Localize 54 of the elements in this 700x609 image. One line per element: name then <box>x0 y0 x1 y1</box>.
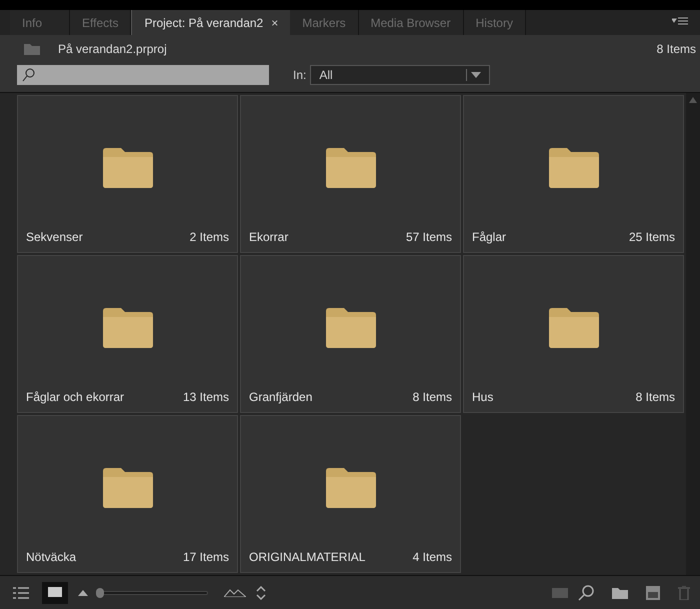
bin-tile[interactable]: Hus 8 Items <box>463 255 684 413</box>
bin-tile[interactable]: Ekorrar 57 Items <box>240 95 461 253</box>
folder-icon <box>324 305 378 349</box>
thumbnail-icon <box>48 587 62 598</box>
bin-count: 8 Items <box>636 389 675 406</box>
caret-icon <box>471 72 482 78</box>
item-count: 8 Items <box>656 40 696 58</box>
bin-count: 13 Items <box>182 389 229 406</box>
search-field[interactable] <box>17 65 269 85</box>
folder-icon[interactable] <box>612 586 628 598</box>
large-mountain-icon <box>224 588 246 596</box>
bin-count: 57 Items <box>406 229 452 246</box>
bin-tile[interactable]: Fåglar och ekorrar 13 Items <box>17 255 238 413</box>
folder-icon <box>546 145 600 189</box>
bin-name: Hus <box>472 389 494 406</box>
bin-name: ORIGINALMATERIAL <box>249 549 366 566</box>
bin-tile[interactable]: Sekvenser 2 Items <box>17 95 238 253</box>
folder-icon <box>324 145 378 189</box>
folder-icon <box>324 465 378 509</box>
bin-count: 8 Items <box>412 389 452 406</box>
panel-tab[interactable]: Project: På verandan2 × <box>131 10 290 35</box>
panel-menu-icon[interactable] <box>672 17 688 27</box>
folder-icon <box>100 145 154 189</box>
bin-name: Nötväcka <box>26 549 76 566</box>
bin-name: Ekorrar <box>249 229 288 246</box>
filter-label: In: <box>293 67 306 84</box>
bin-name: Sekvenser <box>26 229 83 246</box>
project-name: På verandan2.prproj <box>58 40 168 58</box>
close-icon[interactable]: × <box>271 14 278 32</box>
bin-count: 17 Items <box>182 549 229 566</box>
bin-count: 4 Items <box>412 549 452 566</box>
icon-view-button[interactable] <box>42 582 68 604</box>
bin-count: 25 Items <box>628 229 675 246</box>
search-icon[interactable] <box>578 584 594 600</box>
bin-name: Granfjärden <box>249 389 312 406</box>
new-item-icon[interactable] <box>646 586 660 600</box>
slider-thumb[interactable] <box>96 588 104 598</box>
folder-icon <box>100 305 154 349</box>
bin-tile[interactable]: Granfjärden 8 Items <box>240 255 461 413</box>
list-icon <box>13 586 29 598</box>
small-mountain-icon <box>78 590 88 596</box>
bin-icon <box>24 42 40 54</box>
bin-name: Fåglar <box>472 229 506 246</box>
scrollbar[interactable] <box>686 93 700 575</box>
bin-name: Fåglar och ekorrar <box>26 389 124 406</box>
bin-tile[interactable]: ORIGINALMATERIAL 4 Items <box>240 415 461 573</box>
sort-icon[interactable] <box>256 586 266 600</box>
folder-icon <box>100 465 154 509</box>
bin-tile[interactable]: Fåglar 25 Items <box>463 95 684 253</box>
bin-tile[interactable]: Nötväcka 17 Items <box>17 415 238 573</box>
folder-icon <box>546 305 600 349</box>
scroll-up-icon[interactable] <box>689 97 697 103</box>
bin-count: 2 Items <box>190 229 229 246</box>
filter-dropdown[interactable]: All <box>310 65 490 85</box>
